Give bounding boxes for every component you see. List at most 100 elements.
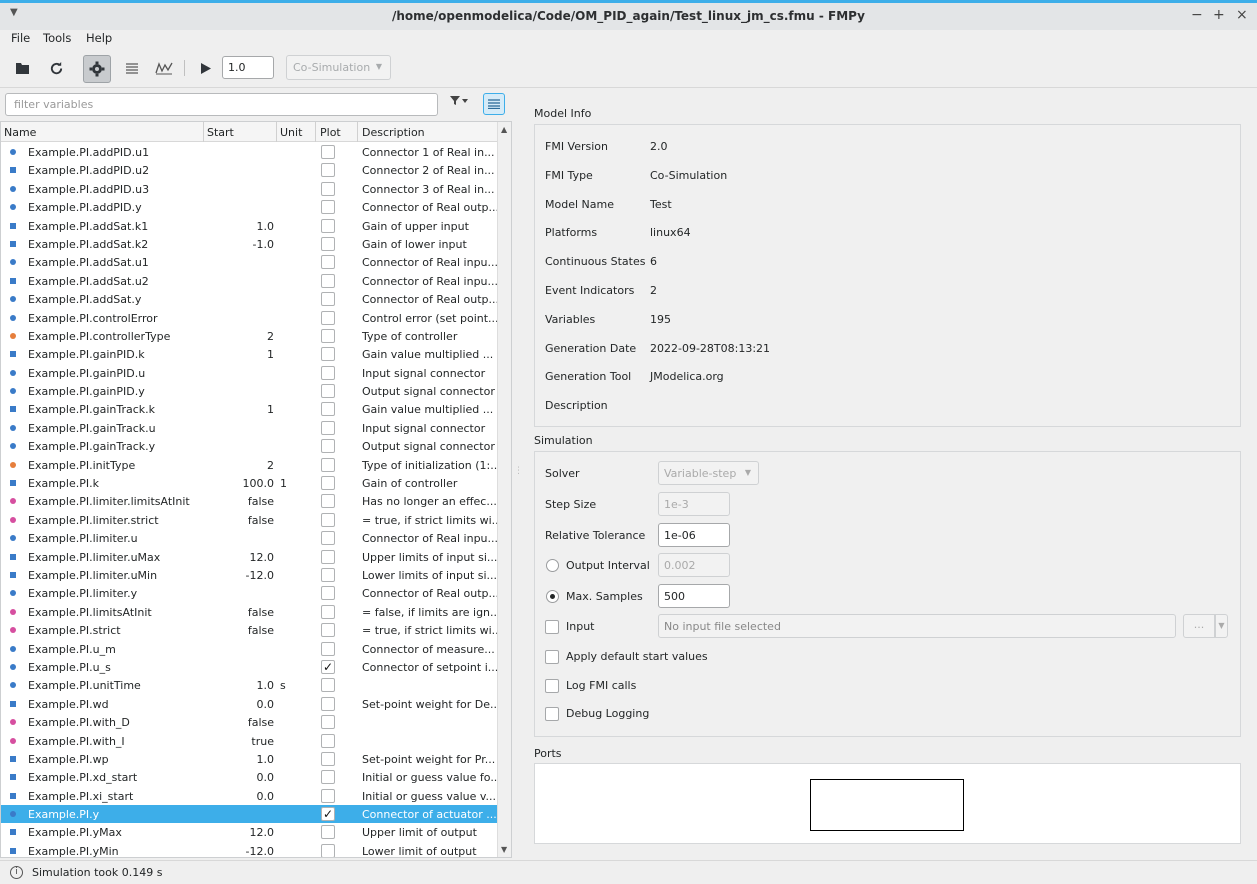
plot-checkbox[interactable] — [321, 365, 335, 380]
table-row[interactable]: Example.PI.addSat.k1 1.0 Gain of upper inp… — [1, 217, 497, 235]
plot-checkbox[interactable] — [321, 586, 335, 601]
plot-checkbox[interactable] — [321, 310, 335, 325]
plot-checkbox[interactable] — [321, 843, 335, 857]
plot-checkbox[interactable] — [321, 347, 335, 362]
table-row[interactable]: Example.PI.wd 0.0 Set-point weight for De.… — [1, 695, 501, 713]
table-row[interactable]: Example.PI.limitsAtInit false = false, if … — [1, 603, 501, 621]
table-row[interactable]: Example.PI.y ✓ Connector of actuator ... — [1, 805, 497, 824]
relative-tolerance-input[interactable]: 1e-06 — [658, 523, 730, 547]
output-interval-input[interactable]: 0.002 — [658, 553, 730, 577]
plot-checkbox[interactable] — [321, 181, 335, 196]
table-row[interactable]: Example.PI.limiter.u Connector of Real in… — [1, 529, 498, 547]
filter-variables-input[interactable]: filter variables — [5, 93, 438, 116]
plot-checkbox[interactable] — [321, 733, 335, 748]
table-row[interactable]: Example.PI.addSat.u2 Connector of Real in… — [1, 272, 498, 290]
plot-checkbox[interactable] — [321, 218, 335, 233]
settings-gear-icon[interactable] — [83, 55, 111, 83]
column-header-plot[interactable]: Plot — [320, 126, 341, 139]
list-view-icon[interactable] — [483, 93, 505, 115]
scroll-down-icon[interactable]: ▼ — [501, 845, 507, 854]
apply-defaults-checkbox[interactable] — [545, 650, 559, 664]
table-row[interactable]: Example.PI.u_s ✓ Connector of setpoint i..… — [1, 658, 498, 676]
interface-type-select[interactable]: Co-Simulation ▼ — [286, 55, 391, 80]
plot-checkbox[interactable] — [321, 420, 335, 435]
table-row[interactable]: Example.PI.gainPID.k 1 Gain value multipli… — [1, 345, 497, 363]
table-row[interactable]: Example.PI.addSat.u1 Connector of Real in… — [1, 253, 498, 271]
input-label[interactable]: Input — [566, 620, 594, 633]
table-row[interactable]: Example.PI.with_D false — [1, 713, 497, 731]
debug-logging-label[interactable]: Debug Logging — [566, 707, 649, 720]
apply-defaults-label[interactable]: Apply default start values — [566, 650, 708, 663]
menu-help[interactable]: Help — [86, 31, 112, 45]
table-row[interactable]: Example.PI.addSat.k2 -1.0 Gain of lower in… — [1, 235, 497, 253]
plot-checkbox[interactable]: ✓ — [321, 807, 335, 822]
table-row[interactable]: Example.PI.u_m Connector of measure... — [1, 640, 497, 658]
max-samples-radio[interactable] — [546, 590, 559, 603]
plot-checkbox[interactable] — [321, 457, 335, 472]
table-row[interactable]: Example.PI.gainPID.y Output signal connec… — [1, 382, 497, 400]
plot-checkbox[interactable] — [321, 531, 335, 546]
stop-time-input[interactable]: 1.0 — [222, 56, 274, 79]
output-interval-label[interactable]: Output Interval — [566, 559, 650, 572]
plot-checkbox[interactable] — [321, 751, 335, 766]
table-row[interactable]: Example.PI.gainTrack.u Input signal conne… — [1, 419, 497, 437]
close-button[interactable]: × — [1236, 7, 1248, 23]
table-row[interactable]: Example.PI.gainPID.u Input signal connect… — [1, 364, 497, 382]
plot-checkbox[interactable] — [321, 604, 335, 619]
table-row[interactable]: Example.PI.controlError Control error (se… — [1, 309, 499, 327]
plot-checkbox[interactable] — [321, 476, 335, 491]
maximize-button[interactable]: + — [1213, 7, 1225, 23]
table-row[interactable]: Example.PI.addSat.y Connector of Real out… — [1, 290, 499, 308]
table-row[interactable]: Example.PI.addPID.u3 Connector 3 of Real … — [1, 180, 497, 198]
table-row[interactable]: Example.PI.xd_start 0.0 Initial or guess v… — [1, 768, 501, 786]
table-row[interactable]: Example.PI.addPID.y Connector of Real out… — [1, 198, 499, 216]
plot-checkbox[interactable] — [321, 402, 335, 417]
plot-checkbox[interactable] — [321, 384, 335, 399]
plot-checkbox[interactable] — [321, 494, 335, 509]
plot-checkbox[interactable] — [321, 255, 335, 270]
reload-icon[interactable] — [45, 57, 67, 79]
table-row[interactable]: Example.PI.controllerType 2 Type of contro… — [1, 327, 497, 345]
splitter-handle[interactable]: ⋮ — [514, 466, 523, 476]
table-row[interactable]: Example.PI.gainTrack.k 1 Gain value multip… — [1, 400, 497, 418]
table-row[interactable]: Example.PI.unitTime 1.0 s — [1, 676, 497, 694]
table-row[interactable]: Example.PI.addPID.u1 Connector 1 of Real … — [1, 143, 497, 161]
plot-checkbox[interactable] — [321, 200, 335, 215]
table-row[interactable]: Example.PI.limiter.limitsAtInit false Has … — [1, 492, 497, 510]
play-simulate-icon[interactable] — [195, 57, 217, 79]
plot-checkbox[interactable] — [321, 678, 335, 693]
column-header-description[interactable]: Description — [362, 126, 425, 139]
plot-checkbox[interactable] — [321, 328, 335, 343]
log-list-icon[interactable] — [121, 57, 143, 79]
plot-checkbox[interactable] — [321, 163, 335, 178]
table-row[interactable]: Example.PI.with_I true — [1, 732, 497, 750]
plot-checkbox[interactable] — [321, 715, 335, 730]
plot-checkbox[interactable]: ✓ — [321, 659, 335, 674]
table-row[interactable]: Example.PI.xi_start 0.0 Initial or guess v… — [1, 787, 497, 805]
browse-dropdown-icon[interactable]: ▼ — [1215, 614, 1228, 638]
browse-input-button[interactable]: ... — [1183, 614, 1215, 638]
plot-checkbox[interactable] — [321, 292, 335, 307]
solver-select[interactable]: Variable-step ▼ — [658, 461, 759, 485]
table-row[interactable]: Example.PI.k 100.0 1 Gain of controller — [1, 474, 497, 492]
plot-checkbox[interactable] — [321, 825, 335, 840]
output-interval-radio[interactable] — [546, 559, 559, 572]
plot-checkbox[interactable] — [321, 145, 335, 159]
plot-checkbox[interactable] — [321, 567, 335, 582]
table-scrollbar[interactable]: ▲ ▼ — [497, 122, 511, 857]
open-folder-icon[interactable] — [12, 57, 34, 79]
table-row[interactable]: Example.PI.limiter.y Connector of Real ou… — [1, 584, 499, 602]
table-row[interactable]: Example.PI.initType 2 Type of initializati… — [1, 456, 501, 474]
table-row[interactable]: Example.PI.yMax 12.0 Upper limit of output — [1, 823, 497, 841]
input-file-field[interactable]: No input file selected — [658, 614, 1176, 638]
plot-checkbox[interactable] — [321, 549, 335, 564]
max-samples-label[interactable]: Max. Samples — [566, 590, 643, 603]
column-header-name[interactable]: Name — [4, 126, 36, 139]
menu-tools[interactable]: Tools — [43, 31, 71, 45]
plot-checkbox[interactable] — [321, 641, 335, 656]
plot-checkbox[interactable] — [321, 696, 335, 711]
log-fmi-calls-label[interactable]: Log FMI calls — [566, 679, 636, 692]
minimize-button[interactable]: − — [1191, 7, 1203, 23]
max-samples-input[interactable]: 500 — [658, 584, 730, 608]
step-size-input[interactable]: 1e-3 — [658, 492, 730, 516]
